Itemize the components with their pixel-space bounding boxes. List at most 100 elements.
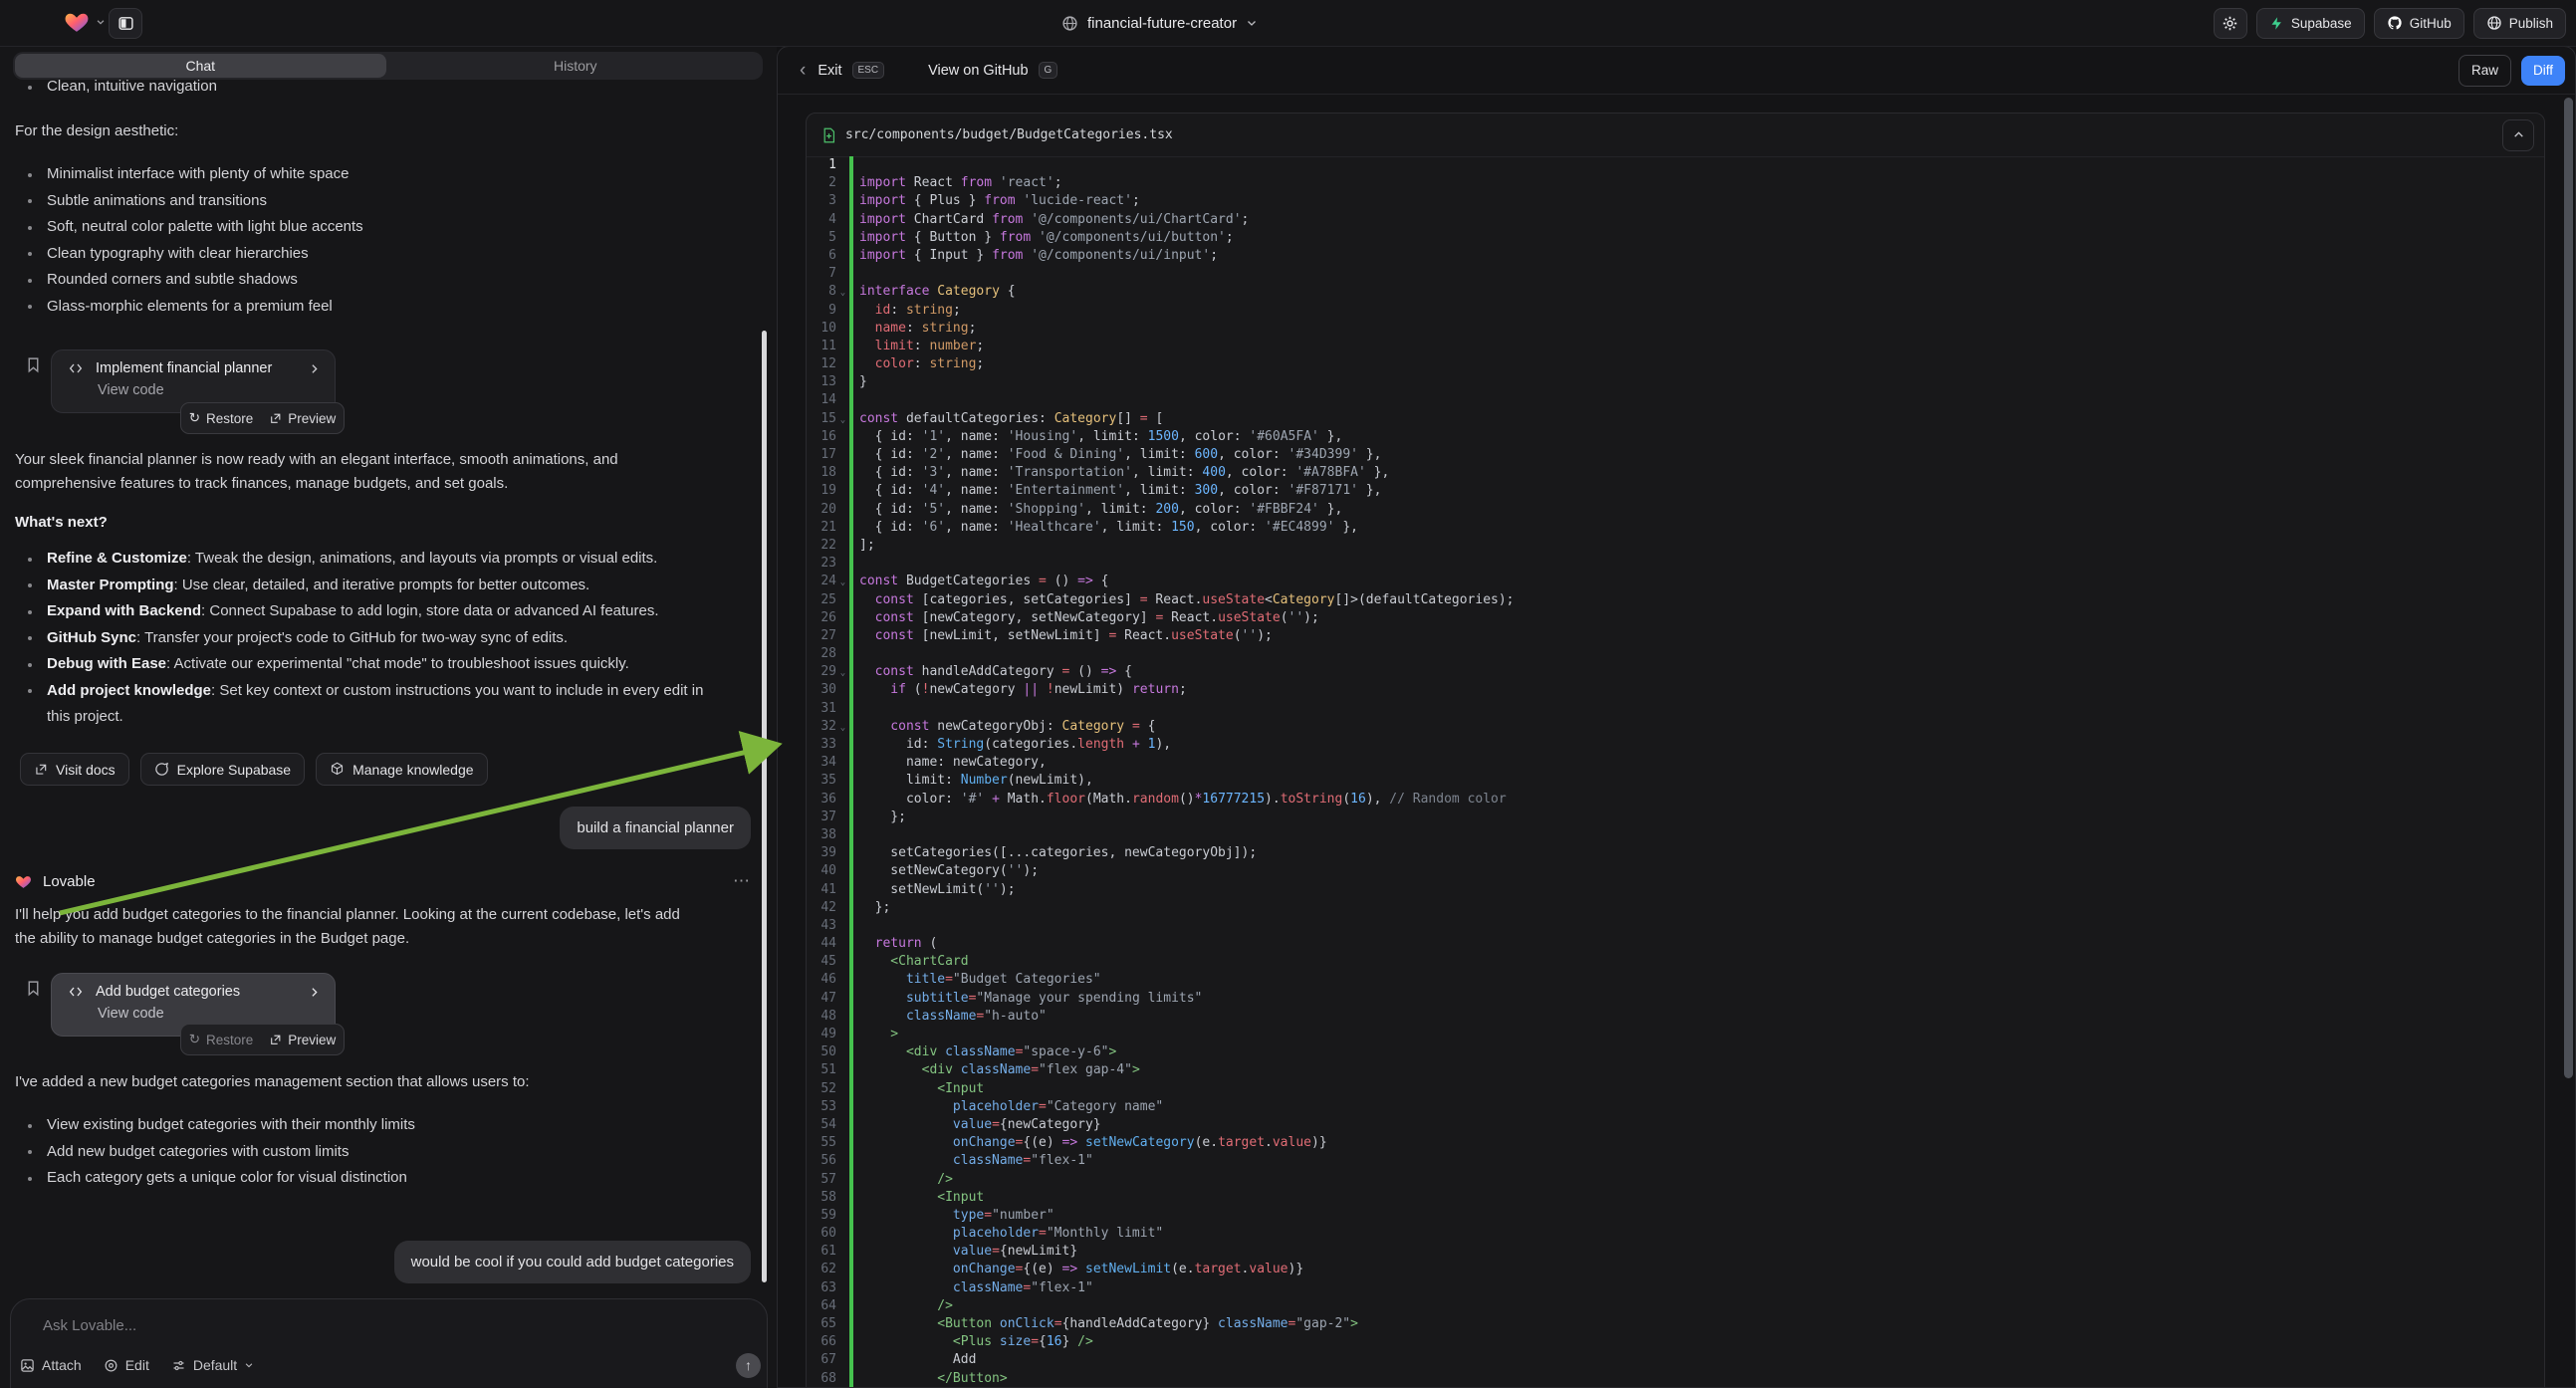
- code-line: 42 };: [807, 899, 2544, 917]
- code-line: 57 />: [807, 1171, 2544, 1189]
- code-line: 31: [807, 700, 2544, 718]
- chat-bubble-icon: [154, 762, 169, 777]
- code-line: 11 limit: number;: [807, 338, 2544, 355]
- model-selector[interactable]: Default: [171, 1357, 254, 1373]
- attach-image-icon: [20, 1358, 35, 1373]
- collapse-file-button[interactable]: [2502, 119, 2534, 151]
- code-line: 22];: [807, 537, 2544, 555]
- settings-button[interactable]: [2214, 8, 2247, 39]
- code-line: 17 { id: '2', name: 'Food & Dining', lim…: [807, 446, 2544, 464]
- code-line: 40 setNewCategory('');: [807, 862, 2544, 880]
- whats-next-heading: What's next?: [15, 514, 108, 531]
- code-line: 5import { Button } from '@/components/ui…: [807, 229, 2544, 247]
- code-line: 44 return (: [807, 935, 2544, 953]
- design-bullet-list: Minimalist interface with plenty of whit…: [15, 161, 752, 320]
- arrow-up-icon: ↑: [745, 1357, 752, 1373]
- more-options-icon[interactable]: ⋯: [733, 871, 751, 891]
- raw-toggle-button[interactable]: Raw: [2459, 55, 2511, 87]
- code-line: 4import ChartCard from '@/components/ui/…: [807, 211, 2544, 229]
- visit-docs-button[interactable]: Visit docs: [20, 753, 129, 786]
- supabase-button[interactable]: Supabase: [2256, 8, 2365, 39]
- view-code-link[interactable]: View code: [52, 1000, 335, 1022]
- code-line: 61 value={newLimit}: [807, 1243, 2544, 1261]
- list-item: Refine & Customize: Tweak the design, an…: [15, 546, 752, 573]
- list-item: Clean, intuitive navigation: [15, 74, 752, 101]
- version-actions-bar: ↻ Restore Preview: [180, 402, 345, 434]
- github-label: GitHub: [2410, 16, 2452, 31]
- assistant-paragraph: Your sleek financial planner is now read…: [15, 448, 752, 496]
- lovable-logo-menu[interactable]: [64, 9, 106, 35]
- file-header[interactable]: src/components/budget/BudgetCategories.t…: [807, 114, 2544, 157]
- package-icon: [330, 762, 345, 777]
- code-line: 45 <ChartCard: [807, 953, 2544, 971]
- code-line: 16 { id: '1', name: 'Housing', limit: 15…: [807, 428, 2544, 446]
- file-added-icon: [821, 127, 836, 143]
- code-view-panel: ‹ Exit ESC View on GitHub G Raw Diff src…: [777, 46, 2576, 1388]
- list-item: Subtle animations and transitions: [15, 188, 752, 215]
- code-line: 37 };: [807, 809, 2544, 826]
- bookmark-icon[interactable]: [25, 356, 42, 373]
- github-button[interactable]: GitHub: [2374, 8, 2464, 39]
- code-line: 6import { Input } from '@/components/ui/…: [807, 247, 2544, 265]
- explore-supabase-button[interactable]: Explore Supabase: [140, 753, 305, 786]
- external-link-icon: [269, 412, 282, 425]
- code-line: 9 id: string;: [807, 302, 2544, 320]
- view-code-link[interactable]: View code: [52, 376, 335, 398]
- code-line: 12 color: string;: [807, 355, 2544, 373]
- code-panel-scrollbar[interactable]: [2564, 98, 2573, 1078]
- list-item: Rounded corners and subtle shadows: [15, 267, 752, 294]
- file-diff-container: src/components/budget/BudgetCategories.t…: [806, 113, 2545, 1388]
- edit-mode-button[interactable]: Edit: [104, 1357, 149, 1373]
- code-line: 59 type="number": [807, 1207, 2544, 1225]
- bookmark-icon[interactable]: [25, 980, 42, 997]
- publish-button[interactable]: Publish: [2473, 8, 2566, 39]
- chat-panel: Chat History Clean, intuitive navigation…: [0, 46, 777, 1388]
- partial-bullet-list: Clean, intuitive navigation: [15, 74, 752, 101]
- lovable-heart-icon: [64, 9, 90, 35]
- list-item: Clean typography with clear hierarchies: [15, 241, 752, 268]
- code-editor[interactable]: 12import React from 'react';3import { Pl…: [807, 156, 2544, 1388]
- preview-button[interactable]: Preview: [269, 411, 336, 426]
- chat-scrollbar[interactable]: [762, 331, 767, 1282]
- code-line: 49 >: [807, 1026, 2544, 1043]
- code-line: 54 value={newCategory}: [807, 1116, 2544, 1134]
- project-title-menu[interactable]: financial-future-creator: [1061, 0, 1258, 46]
- project-title: financial-future-creator: [1087, 15, 1237, 32]
- code-line: 21 { id: '6', name: 'Healthcare', limit:…: [807, 519, 2544, 537]
- sidebar-toggle-button[interactable]: [109, 8, 142, 39]
- send-button[interactable]: ↑: [736, 1353, 761, 1378]
- chevron-left-icon[interactable]: ‹: [800, 61, 806, 80]
- gear-icon: [2222, 15, 2238, 32]
- list-item: Each category gets a unique color for vi…: [15, 1165, 752, 1192]
- code-icon: [68, 360, 84, 376]
- diff-toggle-button[interactable]: Diff: [2521, 56, 2565, 86]
- preview-button[interactable]: Preview: [269, 1033, 336, 1047]
- code-line: 62 onChange={(e) => setNewLimit(e.target…: [807, 1261, 2544, 1278]
- restore-button[interactable]: ↻ Restore: [189, 1032, 254, 1047]
- assistant-paragraph: I'll help you add budget categories to t…: [15, 903, 757, 951]
- supabase-icon: [2269, 16, 2284, 31]
- user-message-chip: build a financial planner: [560, 807, 751, 849]
- code-line: 41 setNewLimit('');: [807, 881, 2544, 899]
- target-icon: [104, 1358, 118, 1373]
- code-line: 66 <Plus size={16} />: [807, 1333, 2544, 1351]
- external-link-icon: [269, 1034, 282, 1046]
- code-line: 35 limit: Number(newLimit),: [807, 772, 2544, 790]
- list-item: Minimalist interface with plenty of whit…: [15, 161, 752, 188]
- attach-button[interactable]: Attach: [20, 1357, 82, 1373]
- restore-button[interactable]: ↻ Restore: [189, 410, 254, 426]
- file-path: src/components/budget/BudgetCategories.t…: [845, 127, 1173, 142]
- esc-kbd: ESC: [852, 62, 885, 79]
- exit-button[interactable]: Exit: [818, 63, 841, 79]
- github-icon: [2387, 15, 2403, 31]
- g-kbd: G: [1039, 62, 1058, 79]
- code-line: 18 { id: '3', name: 'Transportation', li…: [807, 464, 2544, 482]
- view-on-github-button[interactable]: View on GitHub: [928, 63, 1028, 79]
- code-line: 14: [807, 391, 2544, 409]
- code-line: 25 const [categories, setCategories] = R…: [807, 591, 2544, 609]
- code-line: 23: [807, 555, 2544, 573]
- manage-knowledge-button[interactable]: Manage knowledge: [316, 753, 487, 786]
- list-item: Soft, neutral color palette with light b…: [15, 214, 752, 241]
- code-line: 50 <div className="space-y-6">: [807, 1043, 2544, 1061]
- list-item: GitHub Sync: Transfer your project's cod…: [15, 625, 752, 652]
